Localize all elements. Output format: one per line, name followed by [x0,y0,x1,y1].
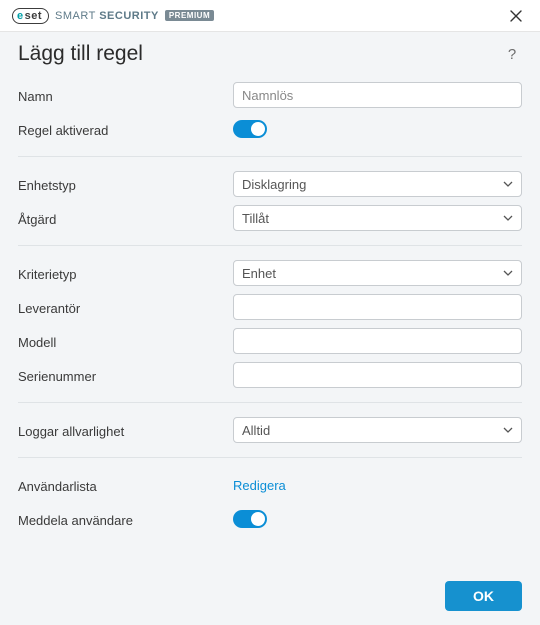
toggle-knob [251,122,265,136]
chevron-down-icon [503,268,513,278]
brand-logo: eesetset [12,8,49,24]
label-rule-enabled: Regel aktiverad [18,121,233,138]
label-criteria-type: Kriterietyp [18,265,233,282]
label-serial: Serienummer [18,367,233,384]
label-model: Modell [18,333,233,350]
divider [18,402,522,403]
brand-product: SMART SECURITY [55,10,159,22]
page-title: Lägg till regel [18,42,143,66]
brand-badge: PREMIUM [165,10,214,21]
divider [18,457,522,458]
divider [18,156,522,157]
action-value: Tillåt [242,211,269,226]
action-select[interactable]: Tillåt [233,205,522,231]
titlebar: eesetset SMART SECURITY PREMIUM [0,0,540,32]
name-input[interactable] [233,82,522,108]
help-button[interactable]: ? [502,44,522,64]
help-icon: ? [508,46,516,63]
rule-enabled-toggle[interactable] [233,120,267,138]
label-vendor: Leverantör [18,299,233,316]
model-input[interactable] [233,328,522,354]
label-device-type: Enhetstyp [18,176,233,193]
ok-button[interactable]: OK [445,581,522,611]
label-user-list: Användarlista [18,477,233,494]
log-severity-select[interactable]: Alltid [233,417,522,443]
criteria-type-select[interactable]: Enhet [233,260,522,286]
notify-user-toggle[interactable] [233,510,267,528]
close-icon [510,10,522,22]
toggle-knob [251,512,265,526]
label-log-severity: Loggar allvarlighet [18,422,233,439]
criteria-type-value: Enhet [242,266,276,281]
vendor-input[interactable] [233,294,522,320]
divider [18,245,522,246]
content: Lägg till regel ? Namn Regel aktiverad E… [0,32,540,534]
log-severity-value: Alltid [242,423,270,438]
label-action: Åtgärd [18,210,233,227]
device-type-select[interactable]: Disklagring [233,171,522,197]
user-list-edit-link[interactable]: Redigera [233,478,286,493]
brand: eesetset SMART SECURITY PREMIUM [12,8,214,24]
label-name: Namn [18,87,233,104]
chevron-down-icon [503,213,513,223]
chevron-down-icon [503,425,513,435]
chevron-down-icon [503,179,513,189]
device-type-value: Disklagring [242,177,306,192]
serial-input[interactable] [233,362,522,388]
footer: OK [445,581,522,611]
close-button[interactable] [502,2,530,30]
label-notify-user: Meddela användare [18,511,233,528]
